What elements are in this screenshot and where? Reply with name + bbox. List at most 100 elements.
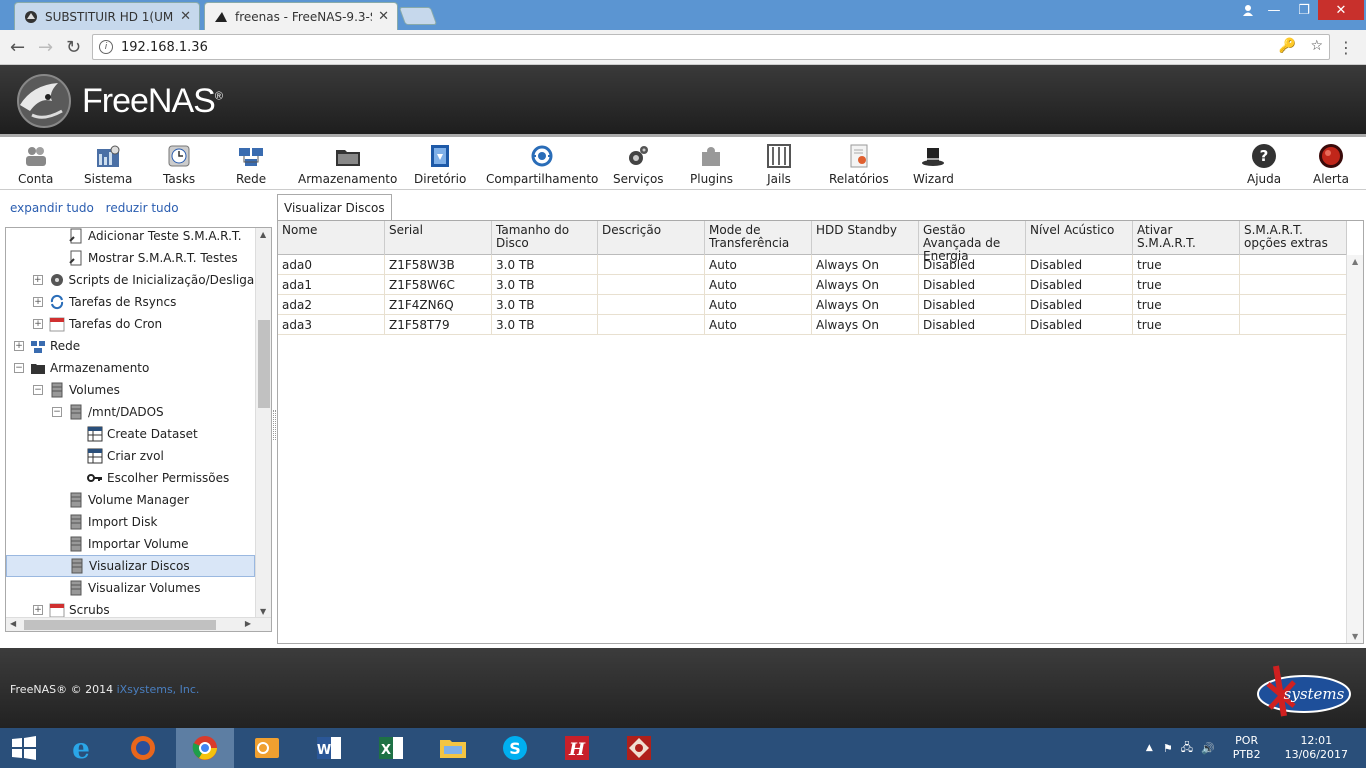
window-close-button[interactable]: ✕ xyxy=(1318,0,1364,20)
scroll-thumb[interactable] xyxy=(258,320,270,408)
tree-item[interactable]: Visualizar Volumes xyxy=(6,577,255,599)
header-col-ativar-smart[interactable]: Ativar S.M.A.R.T. xyxy=(1133,221,1240,255)
company-link[interactable]: iXsystems, Inc. xyxy=(117,683,200,696)
tree-item[interactable]: Visualizar Discos xyxy=(6,555,255,577)
scroll-up-arrow-icon[interactable]: ▲ xyxy=(260,230,266,239)
tray-expand-icon[interactable]: ▲ xyxy=(1146,743,1153,753)
tree-item[interactable]: − Armazenamento xyxy=(6,357,255,379)
collapse-all-link[interactable]: reduzir tudo xyxy=(106,201,179,215)
nav-wizard[interactable]: Wizard xyxy=(913,143,954,186)
tab-close-icon[interactable]: ✕ xyxy=(180,9,191,24)
header-col-gestao-energia[interactable]: Gestão Avançada de Energia xyxy=(919,221,1026,263)
scroll-thumb[interactable] xyxy=(24,620,216,630)
tree-item[interactable]: + Tarefas do Cron xyxy=(6,313,255,335)
tree-item[interactable]: Mostrar S.M.A.R.T. Testes xyxy=(6,247,255,269)
header-col-modo-transferencia[interactable]: Mode de Transferência xyxy=(705,221,812,255)
app-h-icon[interactable]: H xyxy=(548,728,606,768)
minimize-button[interactable]: — xyxy=(1258,0,1290,20)
reload-icon[interactable]: ↻ xyxy=(66,37,81,58)
excel-icon[interactable]: X xyxy=(362,728,420,768)
maximize-button[interactable]: ❐ xyxy=(1288,0,1320,20)
firefox-icon[interactable] xyxy=(114,728,172,768)
nav-jails[interactable]: Jails xyxy=(766,143,792,186)
skype-icon[interactable]: S xyxy=(486,728,544,768)
app-badge-icon[interactable] xyxy=(610,728,668,768)
tree-item[interactable]: Criar zvol xyxy=(6,445,255,467)
new-tab-button[interactable] xyxy=(398,7,438,25)
nav-armazenamento[interactable]: Armazenamento xyxy=(298,143,397,186)
tree-expander-icon[interactable]: − xyxy=(33,385,43,395)
browser-tab-1[interactable]: SUBSTITUIR HD 1(UM) FR ✕ xyxy=(14,2,200,30)
internet-explorer-icon[interactable]: e xyxy=(52,728,110,768)
tree-expander-icon[interactable]: + xyxy=(33,297,43,307)
tree-expander-icon[interactable]: + xyxy=(33,605,43,615)
pane-splitter[interactable] xyxy=(273,410,276,440)
nav-servicos[interactable]: Serviços xyxy=(613,143,664,186)
browser-menu-icon[interactable]: ⋮ xyxy=(1338,38,1354,57)
key-icon[interactable]: 🔑 xyxy=(1279,38,1296,54)
flag-icon[interactable]: ⚑ xyxy=(1163,742,1173,755)
nav-alerta[interactable]: Alerta xyxy=(1313,143,1349,186)
tab-visualizar-discos[interactable]: Visualizar Discos xyxy=(277,194,392,220)
header-col-nome[interactable]: Nome xyxy=(278,221,385,255)
tree-horizontal-scrollbar[interactable]: ◀ ▶ xyxy=(6,617,271,631)
tree-item[interactable]: + Rede xyxy=(6,335,255,357)
tree-item[interactable]: Import Disk xyxy=(6,511,255,533)
info-icon[interactable]: i xyxy=(99,40,113,54)
nav-diretorio[interactable]: Diretório xyxy=(414,143,466,186)
forward-arrow-icon[interactable]: → xyxy=(38,37,53,58)
tree-item[interactable]: Create Dataset xyxy=(6,423,255,445)
nav-rede[interactable]: Rede xyxy=(236,143,266,186)
nav-conta[interactable]: Conta xyxy=(18,143,53,186)
grid-vertical-scrollbar[interactable]: ▲ ▼ xyxy=(1346,255,1363,643)
header-col-nivel-acustico[interactable]: Nível Acústico xyxy=(1026,221,1133,255)
tree-expander-icon[interactable]: − xyxy=(14,363,24,373)
tree-item[interactable]: + Tarefas de Rsyncs xyxy=(6,291,255,313)
table-row[interactable]: ada3 Z1F58T79 3.0 TB Auto Always On Disabled D… xyxy=(278,315,1347,335)
nav-relatorios[interactable]: Relatórios xyxy=(829,143,889,186)
tree-expander-icon[interactable]: − xyxy=(52,407,62,417)
tree-expander-icon[interactable]: + xyxy=(33,319,43,329)
tree-item[interactable]: − Volumes xyxy=(6,379,255,401)
scroll-up-arrow-icon[interactable]: ▲ xyxy=(1352,257,1358,266)
browser-tab-2[interactable]: freenas - FreeNAS-9.3-ST ✕ xyxy=(204,2,398,30)
table-row[interactable]: ada2 Z1F4ZN6Q 3.0 TB Auto Always On Disabled D… xyxy=(278,295,1347,315)
windows-start-icon[interactable] xyxy=(0,728,48,768)
nav-plugins[interactable]: Plugins xyxy=(690,143,733,186)
address-bar[interactable]: i 192.168.1.36 🔑 ☆ xyxy=(92,34,1330,60)
outlook-icon[interactable] xyxy=(238,728,296,768)
tree-vertical-scrollbar[interactable]: ▲ ▼ xyxy=(255,228,271,618)
table-row[interactable]: ada0 Z1F58W3B 3.0 TB Auto Always On Disabled D… xyxy=(278,255,1347,275)
header-col-serial[interactable]: Serial xyxy=(385,221,492,255)
table-row[interactable]: ada1 Z1F58W6C 3.0 TB Auto Always On Disabled D… xyxy=(278,275,1347,295)
header-col-smart-extras[interactable]: S.M.A.R.T. opções extras xyxy=(1240,221,1347,255)
scroll-right-arrow-icon[interactable]: ▶ xyxy=(245,619,251,628)
header-col-descricao[interactable]: Descrição xyxy=(598,221,705,255)
language-indicator[interactable]: POR PTB2 xyxy=(1233,734,1261,762)
volume-icon[interactable]: 🔊 xyxy=(1201,742,1215,755)
nav-tasks[interactable]: Tasks xyxy=(163,143,195,186)
word-icon[interactable]: W xyxy=(300,728,358,768)
tree-item[interactable]: Adicionar Teste S.M.A.R.T. xyxy=(6,228,255,247)
tree-expander-icon[interactable]: + xyxy=(14,341,24,351)
scroll-left-arrow-icon[interactable]: ◀ xyxy=(10,619,16,628)
scroll-down-arrow-icon[interactable]: ▼ xyxy=(1352,632,1358,641)
nav-compartilhamento[interactable]: Compartilhamento xyxy=(486,143,598,186)
file-explorer-icon[interactable] xyxy=(424,728,482,768)
bookmark-star-icon[interactable]: ☆ xyxy=(1310,38,1323,54)
nav-sistema[interactable]: Sistema xyxy=(84,143,132,186)
tree-expander-icon[interactable]: + xyxy=(33,275,43,285)
header-col-hdd-standby[interactable]: HDD Standby xyxy=(812,221,919,255)
back-arrow-icon[interactable]: ← xyxy=(10,37,25,58)
clock[interactable]: 12:01 13/06/2017 xyxy=(1285,734,1348,762)
tab-close-icon[interactable]: ✕ xyxy=(378,9,389,24)
network-tray-icon[interactable]: 🖧 xyxy=(1181,739,1193,758)
tree-item[interactable]: + Scripts de Inicialização/Desligam xyxy=(6,269,266,291)
scroll-down-arrow-icon[interactable]: ▼ xyxy=(260,607,266,616)
expand-all-link[interactable]: expandir tudo xyxy=(10,201,94,215)
nav-ajuda[interactable]: ? Ajuda xyxy=(1247,143,1281,186)
chrome-icon[interactable] xyxy=(176,728,234,768)
header-col-tamanho[interactable]: Tamanho do Disco xyxy=(492,221,598,255)
tree-item[interactable]: Volume Manager xyxy=(6,489,255,511)
tree-item[interactable]: Escolher Permissões xyxy=(6,467,255,489)
